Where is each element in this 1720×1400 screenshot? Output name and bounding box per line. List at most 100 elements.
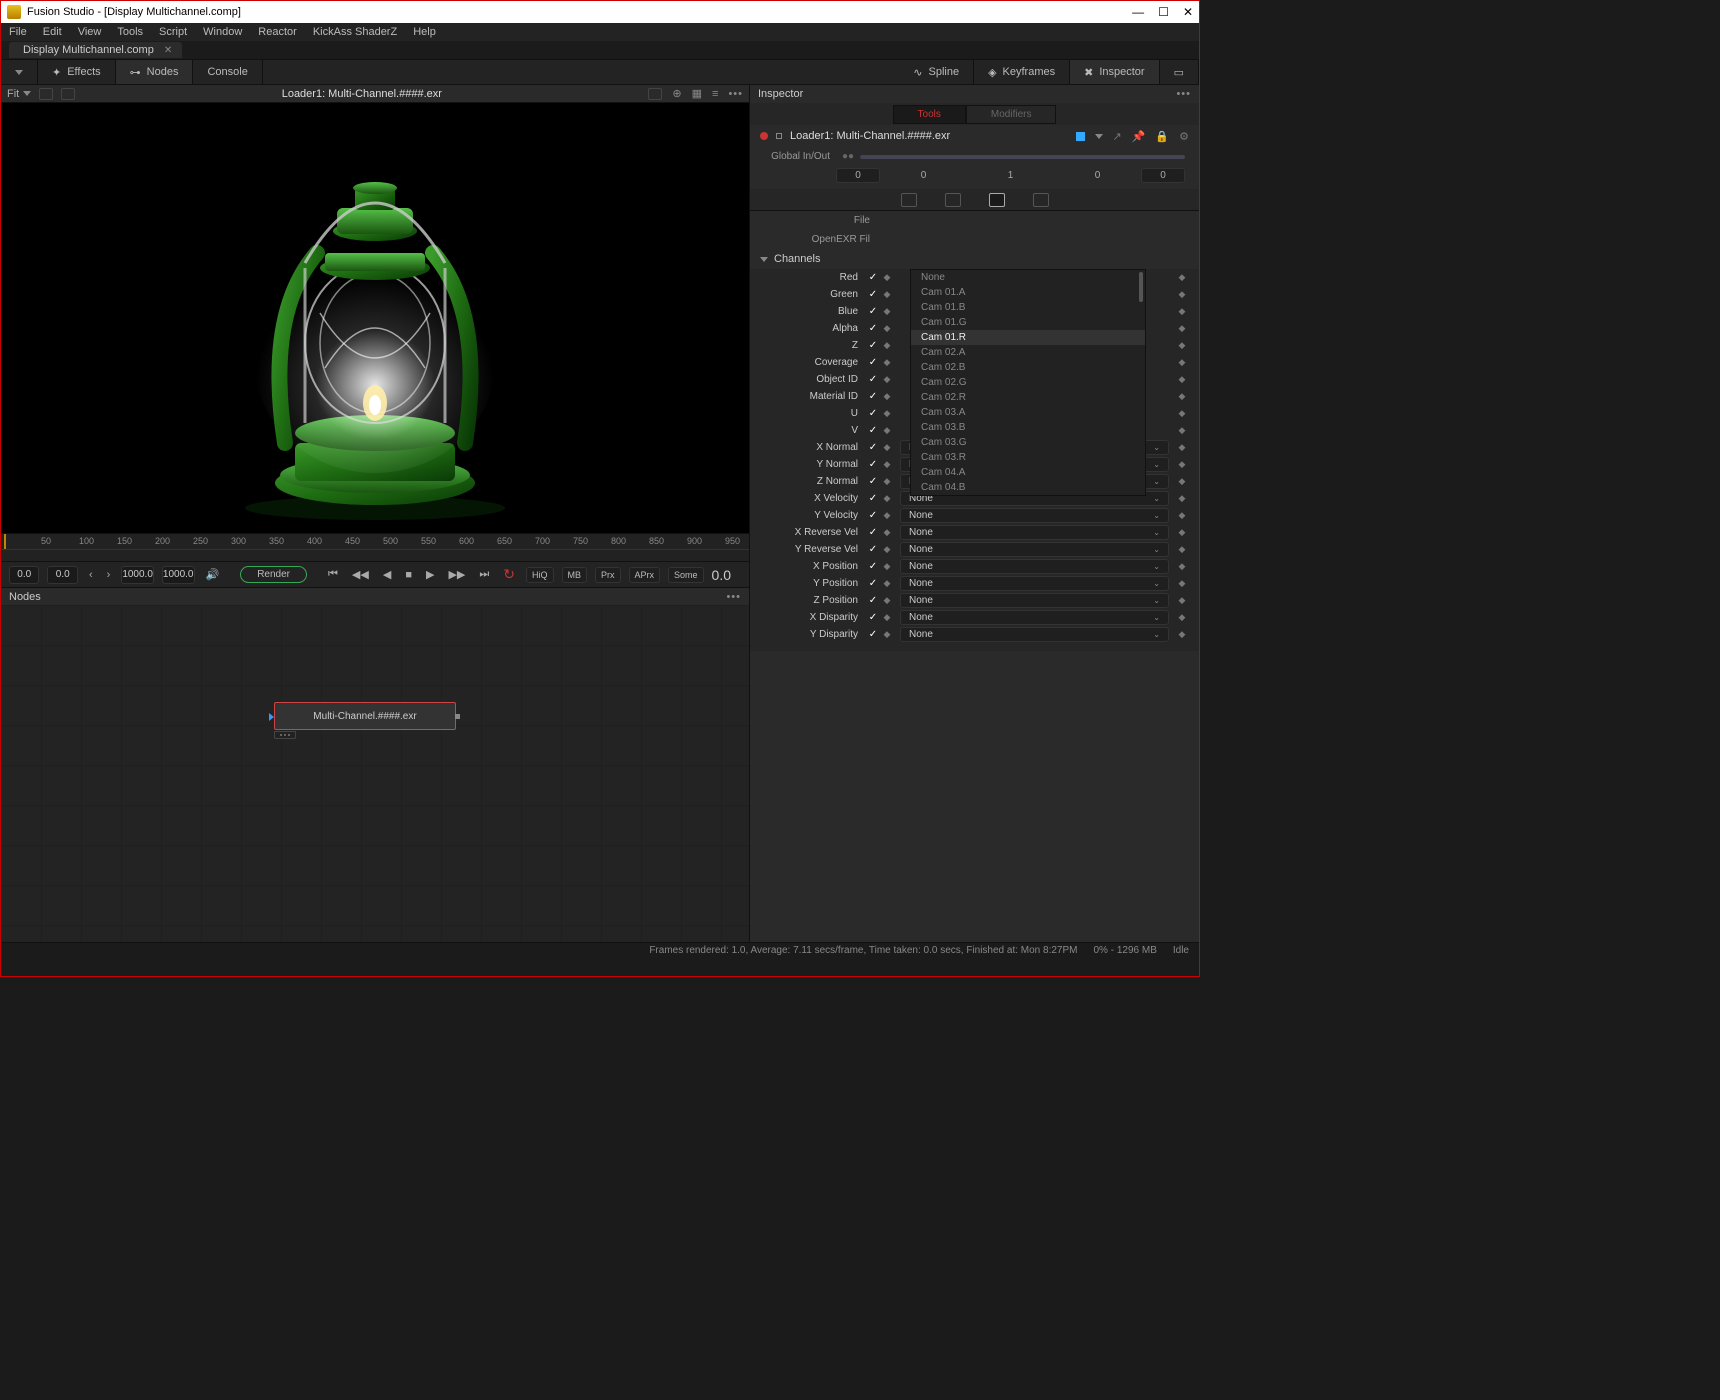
channel-enable-checkbox[interactable]: ✓ (866, 476, 880, 487)
channel-enable-checkbox[interactable]: ✓ (866, 561, 880, 572)
channel-select[interactable]: None⌄ (900, 542, 1169, 557)
keyframe-diamond-icon[interactable]: ◆ (1175, 442, 1189, 453)
keyframe-diamond-icon[interactable]: ◆ (1175, 289, 1189, 300)
audio-icon[interactable]: 🔊 (203, 568, 223, 581)
keyframe-diamond-icon[interactable]: ◆ (1175, 306, 1189, 317)
toolbar-console[interactable]: Console (193, 60, 262, 84)
channel-select[interactable]: None⌄ (900, 525, 1169, 540)
step-fwd-icon[interactable]: ▶▶ (445, 568, 468, 581)
dropdown-item[interactable]: Cam 03.G (911, 435, 1145, 450)
channel-enable-checkbox[interactable]: ✓ (866, 544, 880, 555)
global-out[interactable]: 0 (1141, 168, 1185, 183)
keyframe-diamond-icon[interactable]: ◆ (1175, 578, 1189, 589)
channel-enable-checkbox[interactable]: ✓ (866, 629, 880, 640)
channel-enable-checkbox[interactable]: ✓ (866, 391, 880, 402)
pin-icon[interactable]: 📌 (1132, 130, 1146, 143)
channel-enable-checkbox[interactable]: ✓ (866, 289, 880, 300)
nodes-more-icon[interactable]: ••• (726, 591, 741, 603)
keyframe-diamond-icon[interactable]: ◆ (1175, 272, 1189, 283)
keyframe-diamond-icon[interactable]: ◆ (880, 323, 894, 334)
maximize-icon[interactable]: ☐ (1158, 5, 1169, 19)
menu-script[interactable]: Script (159, 26, 187, 38)
channel-select[interactable]: None⌄ (900, 559, 1169, 574)
viewer-opt-1[interactable] (648, 88, 662, 100)
keyframe-diamond-icon[interactable]: ◆ (880, 527, 894, 538)
dropdown-item[interactable]: Cam 03.R (911, 450, 1145, 465)
channel-enable-checkbox[interactable]: ✓ (866, 306, 880, 317)
minimize-icon[interactable]: — (1132, 5, 1144, 19)
tool-active-dot[interactable] (760, 132, 768, 140)
toolbar-dropdown[interactable] (1, 60, 38, 84)
aprx-toggle[interactable]: APrx (629, 567, 661, 583)
keyframe-diamond-icon[interactable]: ◆ (1175, 425, 1189, 436)
channel-enable-checkbox[interactable]: ✓ (866, 612, 880, 623)
global-in[interactable]: 0 (836, 168, 880, 183)
channel-enable-checkbox[interactable]: ✓ (866, 510, 880, 521)
keyframe-diamond-icon[interactable]: ◆ (880, 442, 894, 453)
channel-select[interactable]: None⌄ (900, 593, 1169, 608)
mb-toggle[interactable]: MB (562, 567, 588, 583)
viewer-b-button[interactable] (61, 88, 75, 100)
channel-select[interactable]: None⌄ (900, 627, 1169, 642)
keyframe-diamond-icon[interactable]: ◆ (1175, 544, 1189, 555)
channel-enable-checkbox[interactable]: ✓ (866, 272, 880, 283)
keyframe-diamond-icon[interactable]: ◆ (1175, 391, 1189, 402)
timeline-ruler[interactable]: 50 100 150 200 250 300 350 400 450 500 5… (1, 533, 749, 549)
hiq-toggle[interactable]: HiQ (526, 567, 554, 583)
keyframe-diamond-icon[interactable]: ◆ (1175, 340, 1189, 351)
keyframe-diamond-icon[interactable]: ◆ (880, 493, 894, 504)
keyframe-diamond-icon[interactable]: ◆ (880, 357, 894, 368)
play-back-icon[interactable]: ◀ (380, 568, 394, 581)
keyframe-diamond-icon[interactable]: ◆ (880, 374, 894, 385)
render-start[interactable]: 1000.0 (121, 566, 154, 584)
channel-dropdown[interactable]: NoneCam 01.ACam 01.BCam 01.GCam 01.RCam … (910, 269, 1146, 496)
channel-enable-checkbox[interactable]: ✓ (866, 357, 880, 368)
global-range-slider[interactable] (860, 155, 1185, 159)
nodes-panel[interactable]: Multi-Channel.####.exr (1, 605, 749, 942)
file-tab-close-icon[interactable]: ✕ (164, 45, 172, 56)
tab-tools[interactable]: Tools (893, 105, 966, 124)
keyframe-diamond-icon[interactable]: ◆ (880, 476, 894, 487)
keyframe-diamond-icon[interactable]: ◆ (1175, 612, 1189, 623)
viewer-grid-icon[interactable]: ▦ (692, 87, 702, 100)
inspector-more-icon[interactable]: ••• (1176, 88, 1191, 100)
prev-key-icon[interactable]: ‹ (86, 569, 96, 581)
dropdown-item[interactable]: Cam 01.B (911, 300, 1145, 315)
keyframe-diamond-icon[interactable]: ◆ (1175, 493, 1189, 504)
toolbar-inspector[interactable]: ✖Inspector (1070, 60, 1159, 84)
channel-enable-checkbox[interactable]: ✓ (866, 323, 880, 334)
dropdown-scrollbar[interactable] (1139, 272, 1143, 302)
channel-select[interactable]: None⌄ (900, 576, 1169, 591)
keyframe-diamond-icon[interactable]: ◆ (1175, 561, 1189, 572)
viewer-a-button[interactable] (39, 88, 53, 100)
keyframe-diamond-icon[interactable]: ◆ (1175, 510, 1189, 521)
keyframe-diamond-icon[interactable]: ◆ (880, 561, 894, 572)
playhead[interactable] (4, 534, 6, 549)
dropdown-item[interactable]: Cam 04.A (911, 465, 1145, 480)
subtab-common[interactable] (1033, 193, 1049, 207)
keyframe-diamond-icon[interactable]: ◆ (880, 272, 894, 283)
channel-enable-checkbox[interactable]: ✓ (866, 442, 880, 453)
tile-color-icon[interactable] (1076, 132, 1085, 141)
toolbar-spline[interactable]: ∿Spline (899, 60, 974, 84)
channel-enable-checkbox[interactable]: ✓ (866, 340, 880, 351)
keyframe-diamond-icon[interactable]: ◆ (1175, 374, 1189, 385)
keyframe-diamond-icon[interactable]: ◆ (880, 459, 894, 470)
next-key-icon[interactable]: › (104, 569, 114, 581)
menu-kickass[interactable]: KickAss ShaderZ (313, 26, 397, 38)
dropdown-item[interactable]: Cam 02.R (911, 390, 1145, 405)
tool-view-dot[interactable] (776, 133, 782, 139)
current-frame[interactable]: 0.0 (47, 566, 77, 584)
channel-enable-checkbox[interactable]: ✓ (866, 374, 880, 385)
lock-icon[interactable]: 🔒 (1155, 130, 1169, 143)
step-back-icon[interactable]: ◀◀ (349, 568, 372, 581)
dropdown-item[interactable]: Cam 02.A (911, 345, 1145, 360)
toolbar-nodes[interactable]: ⊶Nodes (116, 60, 194, 84)
versions-icon[interactable]: ↗ (1113, 130, 1122, 143)
file-tab[interactable]: Display Multichannel.comp ✕ (9, 42, 182, 58)
channel-select[interactable]: None⌄ (900, 508, 1169, 523)
menu-view[interactable]: View (78, 26, 102, 38)
keyframe-diamond-icon[interactable]: ◆ (1175, 595, 1189, 606)
channel-enable-checkbox[interactable]: ✓ (866, 527, 880, 538)
channel-enable-checkbox[interactable]: ✓ (866, 459, 880, 470)
